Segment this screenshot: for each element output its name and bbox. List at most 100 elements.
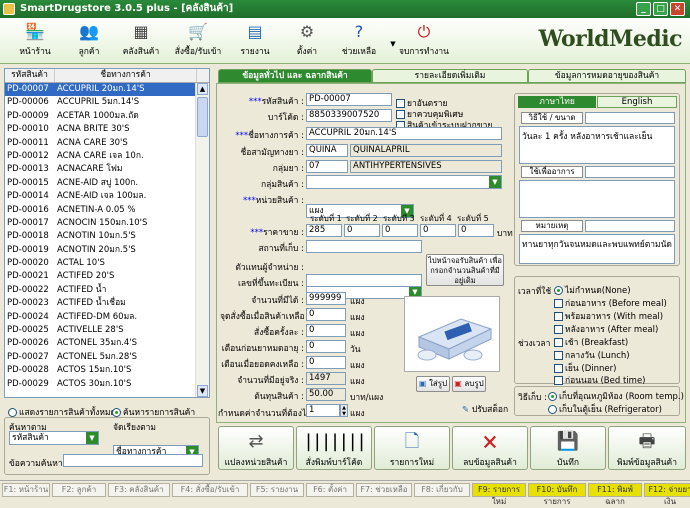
time-with-option[interactable]: พร้อมอาหาร (With meal): [554, 309, 663, 323]
print-barcode-button[interactable]: ||||||| สั่งพิมพ์บาร์โค้ด: [296, 426, 372, 470]
period-bedtime-option[interactable]: ก่อนนอน (Bed time): [554, 373, 645, 387]
tab-english[interactable]: English: [597, 96, 677, 108]
tab-expiry[interactable]: ข้อมูลการหมดอายุของสินค้า: [528, 69, 686, 83]
list-item[interactable]: PD-00029 ACTOS 30มก.10'S: [5, 378, 209, 391]
list-item[interactable]: PD-00010 ACNA BRITE 30'S: [5, 123, 209, 136]
adjust-stock-link[interactable]: ✎ ปรับสต็อก: [462, 402, 508, 416]
function-key-6[interactable]: F6: ตั้งค่า: [306, 483, 354, 497]
registration-field[interactable]: [306, 274, 422, 287]
function-key-4[interactable]: F4: สั่งซื้อ/รับเข้า: [172, 483, 248, 497]
scroll-up-icon[interactable]: ▲: [197, 83, 208, 95]
list-item[interactable]: PD-00013 ACNACARE โฟม: [5, 163, 209, 176]
new-item-button[interactable]: 🗋 รายการใหม่: [374, 426, 450, 470]
toolbar-settings-button[interactable]: ⚙ ตั้งค่า: [284, 20, 330, 62]
keyword-input[interactable]: [63, 454, 203, 467]
trade-name-field[interactable]: ACCUPRIL 20มก.14'S: [306, 127, 502, 140]
storage-room-option[interactable]: เก็บที่อุณหภูมิห้อง (Room temp.): [548, 389, 684, 403]
time-after-option[interactable]: หลังอาหาร (After meal): [554, 322, 658, 336]
price-field-4[interactable]: 0: [420, 224, 456, 237]
price-field-3[interactable]: 0: [382, 224, 418, 237]
list-item[interactable]: PD-00020 ACTAL 10'S: [5, 257, 209, 270]
dosage-extra-field[interactable]: [585, 112, 675, 124]
list-item[interactable]: PD-00026 ACTONEL 35มก.4'S: [5, 337, 209, 350]
order-qty-field[interactable]: 0: [306, 324, 346, 337]
note-label[interactable]: หมายเหตุ: [521, 220, 583, 232]
indication-field[interactable]: [519, 180, 675, 218]
function-key-1[interactable]: F1: หน้าร้าน: [2, 483, 50, 497]
function-key-5[interactable]: F5: รายงาน: [250, 483, 304, 497]
delete-item-button[interactable]: 🗙 ลบข้อมูลสินค้า: [452, 426, 528, 470]
code-field[interactable]: PD-00007: [306, 93, 392, 106]
group-code-field[interactable]: 07: [306, 160, 348, 173]
toolbar-storefront-button[interactable]: 🏪 หน้าร้าน: [12, 20, 58, 62]
function-key-3[interactable]: F3: คลังสินค้า: [108, 483, 170, 497]
scroll-thumb[interactable]: [197, 97, 208, 137]
time-before-option[interactable]: ก่อนอาหาร (Before meal): [554, 296, 667, 310]
indication-extra-field[interactable]: [585, 166, 675, 178]
list-item[interactable]: PD-00019 ACNOTIN 20มก.5'S: [5, 244, 209, 257]
function-key-9[interactable]: F9: รายการใหม่: [472, 483, 526, 506]
list-item[interactable]: PD-00021 ACTIFED 20'S: [5, 270, 209, 283]
list-item[interactable]: PD-00025 ACTIVELLE 28'S: [5, 324, 209, 337]
time-none-radio[interactable]: [554, 286, 563, 295]
period-dinner-checkbox[interactable]: [554, 364, 563, 373]
period-bedtime-checkbox[interactable]: [554, 376, 563, 385]
tab-details[interactable]: รายละเอียดเพิ่มเติม: [372, 69, 528, 83]
help-dropdown[interactable]: ▼: [382, 20, 395, 62]
list-item[interactable]: PD-00006 ACCUPRIL 5มก.14'S: [5, 96, 209, 109]
list-item[interactable]: PD-00012 ACNA CARE เจล 10ก.: [5, 150, 209, 163]
remove-image-button[interactable]: ▣ ลบรูป: [452, 376, 486, 392]
function-key-11[interactable]: F11: พิมพ์ฉลาก: [588, 483, 642, 506]
toolbar-warehouse-button[interactable]: ▦ คลังสินค้า: [116, 20, 166, 62]
convert-unit-button[interactable]: ⇄ แปลงหน่วยสินค้า: [218, 426, 294, 470]
goto-receive-button[interactable]: ไปหน้าจอรับสินค้า เพื่อกรอกจำนวนสินค้าที…: [426, 254, 504, 286]
list-item[interactable]: PD-00007 ACCUPRIL 20มก.14'S: [5, 83, 209, 97]
list-item[interactable]: PD-00024 ACTIFED-DM 60มล.: [5, 311, 209, 324]
storage-room-radio[interactable]: [548, 392, 557, 401]
scroll-down-icon[interactable]: ▼: [197, 385, 208, 397]
list-item[interactable]: PD-00016 ACNETIN-A 0.05 %: [5, 204, 209, 217]
list-item[interactable]: PD-00015 ACNE-AID สบู่ 100ก.: [5, 177, 209, 190]
list-item[interactable]: PD-00017 ACNOCIN 150มก.10'S: [5, 217, 209, 230]
function-key-2[interactable]: F2: ลูกค้า: [52, 483, 106, 497]
product-list[interactable]: รหัสสินค้า ชื่อทางการค้า PD-00007 ACCUPRI…: [4, 68, 210, 398]
list-item[interactable]: PD-00018 ACNOTIN 10มก.5'S: [5, 230, 209, 243]
storage-fridge-option[interactable]: เก็บในตู้เย็น (Refrigerator): [548, 402, 662, 416]
barcode-field[interactable]: 8850339007520: [306, 109, 392, 122]
toolbar-report-button[interactable]: ▤ รายงาน: [232, 20, 278, 62]
storage-fridge-radio[interactable]: [548, 405, 557, 414]
toolbar-exit-button[interactable]: ⏻ จบการทำงาน: [396, 20, 452, 62]
low-warn-field[interactable]: 0: [306, 356, 346, 369]
close-button[interactable]: ✕: [670, 2, 685, 16]
list-scrollbar[interactable]: ▲ ▼: [195, 83, 209, 397]
toolbar-customer-button[interactable]: 👥 ลูกค้า: [66, 20, 112, 62]
list-item[interactable]: PD-00023 ACTIFED น้ำเชื่อม: [5, 297, 209, 310]
tab-general[interactable]: ข้อมูลทั่วไป และ ฉลากสินค้า: [218, 69, 372, 83]
period-lunch-checkbox[interactable]: [554, 351, 563, 360]
maximize-button[interactable]: □: [653, 2, 668, 16]
list-item[interactable]: PD-00014 ACNE-AID เจล 100มล.: [5, 190, 209, 203]
search-by-select[interactable]: รหัสสินค้า ▼: [9, 431, 99, 445]
price-field-5[interactable]: 0: [458, 224, 494, 237]
column-header-code[interactable]: รหัสสินค้า: [5, 69, 55, 82]
period-breakfast-option[interactable]: เช้า (Breakfast): [554, 335, 628, 349]
print-product-button[interactable]: 🖶 พิมพ์ข้อมูลสินค้า: [608, 426, 686, 470]
save-button[interactable]: 💾 บันทึก: [530, 426, 606, 470]
column-header-trade-name[interactable]: ชื่อทางการค้า: [55, 69, 197, 82]
indication-label[interactable]: ใช้เพื่ออาการ: [521, 166, 583, 178]
note-extra-field[interactable]: [585, 220, 675, 232]
price-field-1[interactable]: 285: [306, 224, 342, 237]
function-key-7[interactable]: F7: ช่วยเหลือ: [356, 483, 412, 497]
list-item[interactable]: PD-00022 ACTIFED น้ำ: [5, 284, 209, 297]
toolbar-help-button[interactable]: ? ช่วยเหลือ: [338, 20, 380, 62]
time-none-option[interactable]: ไม่กำหนด(None): [554, 283, 631, 297]
function-key-8[interactable]: F8: เกี่ยวกับ: [414, 483, 470, 497]
expiry-warn-field[interactable]: 0: [306, 340, 346, 353]
list-item[interactable]: PD-00028 ACTOS 15มก.10'S: [5, 364, 209, 377]
show-all-radio[interactable]: [8, 408, 17, 417]
function-key-12[interactable]: F12: จ่ายยาเงิน: [644, 483, 690, 506]
category-select[interactable]: ▼: [306, 175, 502, 189]
time-with-checkbox[interactable]: [554, 312, 563, 321]
qty-field[interactable]: 999999: [306, 292, 346, 305]
generic-code-field[interactable]: QUINA: [306, 144, 348, 157]
